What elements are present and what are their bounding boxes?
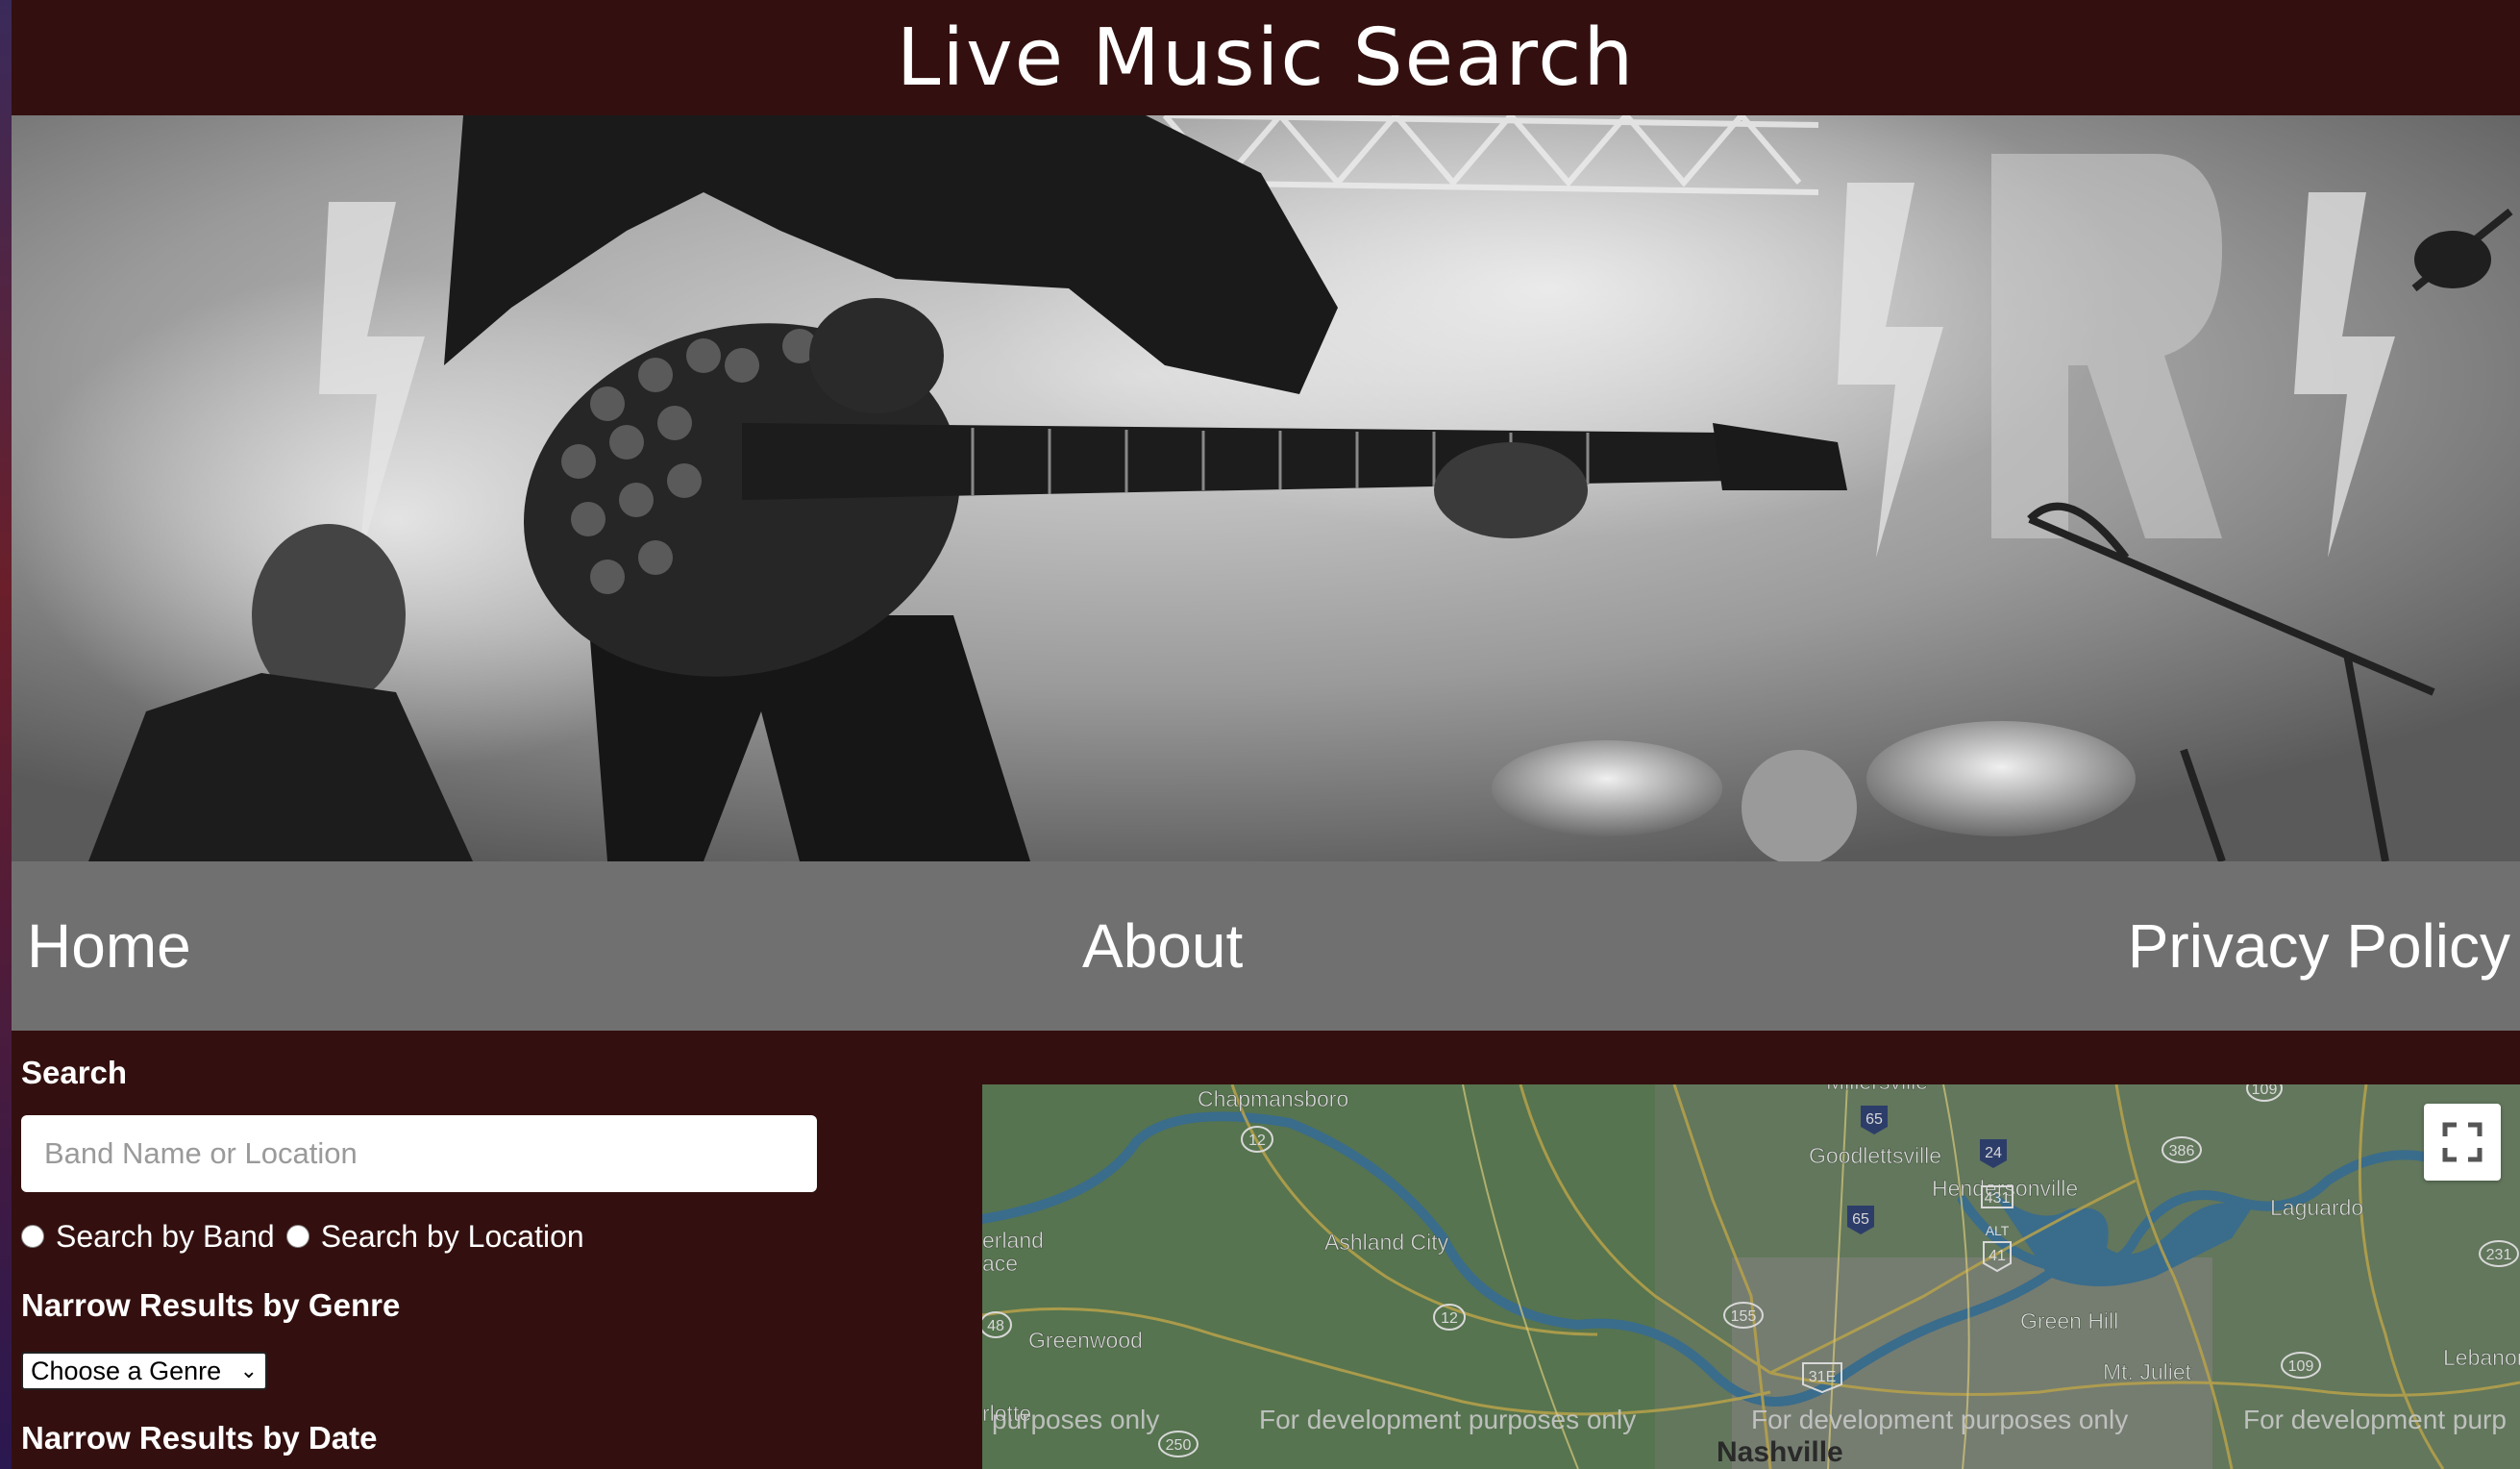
nav-privacy-policy-link[interactable]: Privacy Policy [2128, 909, 2510, 983]
map-place-label: Laguardo [2270, 1195, 2363, 1220]
search-by-location-radio[interactable] [285, 1225, 309, 1248]
search-mode-radios: Search by Band Search by Location [21, 1217, 596, 1256]
map-place-label: ace [982, 1251, 1018, 1276]
concert-photo [12, 115, 2520, 861]
route-shield: 155 [1731, 1308, 1757, 1325]
route-shield: 65 [1865, 1111, 1883, 1128]
map-canvas[interactable]: Chapmansboro Millersville Goodlettsville… [982, 1084, 2520, 1469]
search-by-location-label: Search by Location [320, 1219, 584, 1254]
nav-home-link[interactable]: Home [27, 909, 191, 983]
route-shield: ALT [1986, 1223, 2010, 1238]
dev-watermark: For development purposes only [1751, 1405, 2128, 1434]
search-by-band-label: Search by Band [56, 1219, 275, 1254]
chevron-down-icon: ⌄ [239, 1358, 258, 1382]
route-shield: 250 [1166, 1437, 1192, 1454]
route-shield: 24 [1985, 1145, 2002, 1161]
route-shield: 65 [1852, 1211, 1869, 1228]
genre-select-value: Choose a Genre [31, 1357, 222, 1385]
site-title: Live Music Search [896, 12, 1636, 104]
genre-filter-label: Narrow Results by Genre [21, 1287, 401, 1323]
map-view[interactable]: Chapmansboro Millersville Goodlettsville… [982, 1084, 2520, 1469]
map-place-label: Goodlettsville [1809, 1143, 1941, 1168]
search-label: Search [21, 1055, 128, 1090]
route-shield: 231 [2486, 1247, 2512, 1263]
nav-about-link[interactable]: About [1082, 909, 1243, 983]
map-place-label: Chapmansboro [1198, 1086, 1348, 1111]
map-place-label: Ashland City [1324, 1230, 1449, 1255]
genre-select[interactable]: Choose a Genre ⌄ [21, 1352, 267, 1390]
map-place-label: Lebanon [2443, 1345, 2520, 1370]
date-filter-label: Narrow Results by Date [21, 1420, 378, 1456]
map-fullscreen-button[interactable] [2424, 1104, 2501, 1181]
route-shield: 109 [2252, 1084, 2278, 1098]
map-place-label: erland [982, 1228, 1044, 1253]
route-shield: 431 [1985, 1190, 2011, 1207]
site-header: Live Music Search [12, 0, 2520, 115]
dev-watermark: For development purposes only [1259, 1405, 1636, 1434]
window-edge [0, 0, 12, 1469]
dev-watermark: For development purp [2243, 1405, 2507, 1434]
route-shield: 109 [2288, 1358, 2314, 1375]
search-input[interactable] [21, 1115, 817, 1192]
hero-image [12, 115, 2520, 861]
dev-watermark: purposes only [992, 1405, 1159, 1434]
search-by-band-radio[interactable] [21, 1225, 44, 1248]
map-place-label: Nashville [1717, 1436, 1843, 1468]
main-nav: Home About Privacy Policy [12, 861, 2520, 1031]
route-shield: 12 [1248, 1133, 1266, 1149]
map-place-label: Millersville [1826, 1084, 1928, 1094]
map-place-label: Mt. Juliet [2103, 1359, 2192, 1384]
route-shield: 41 [1989, 1248, 2006, 1264]
route-shield: 386 [2169, 1143, 2195, 1159]
route-shield: 31E [1809, 1369, 1836, 1385]
route-shield: 12 [1441, 1310, 1458, 1327]
map-place-label: Greenwood [1028, 1328, 1143, 1353]
map-place-label: Green Hill [2020, 1308, 2118, 1333]
expand-icon [2442, 1122, 2483, 1162]
route-shield: 48 [987, 1318, 1004, 1334]
